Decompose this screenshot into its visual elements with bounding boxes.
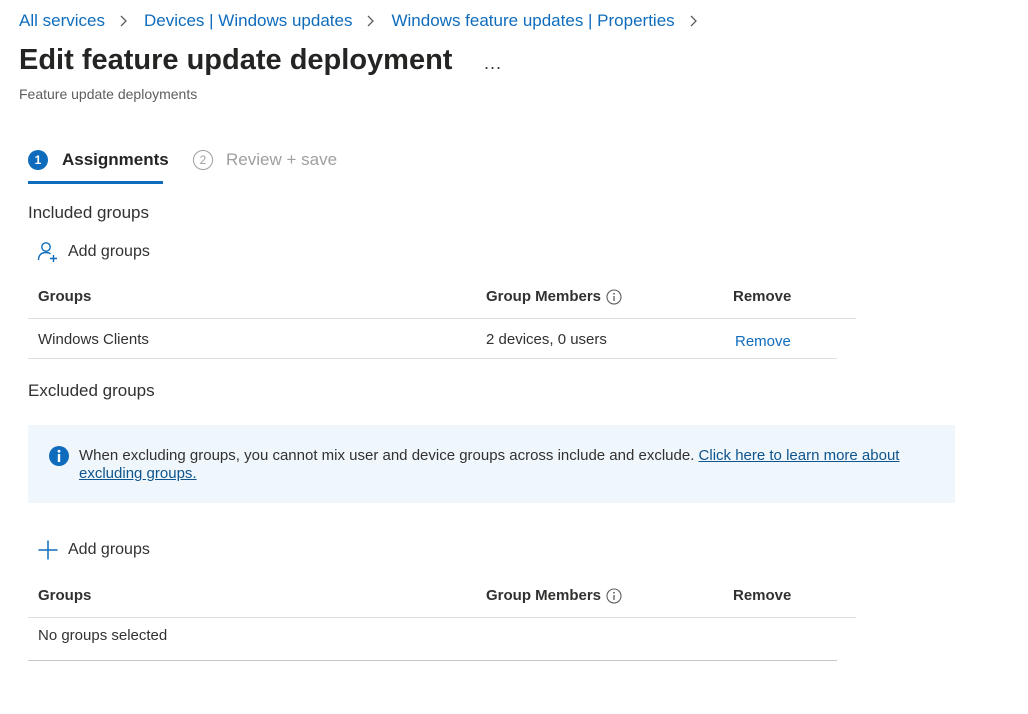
column-header-groups: Groups [38,288,92,305]
info-outline-icon[interactable] [606,288,622,305]
breadcrumb-all-services[interactable]: All services [19,11,105,31]
column-header-remove: Remove [733,587,792,604]
add-person-icon [37,242,57,262]
step-number-badge: 2 [193,150,213,170]
excluded-groups-heading: Excluded groups [28,381,155,400]
included-groups-heading: Included groups [28,203,149,222]
chevron-right-icon [120,15,127,27]
breadcrumb-feature-updates-properties[interactable]: Windows feature updates | Properties [391,11,674,31]
breadcrumb-windows-updates[interactable]: Devices | Windows updates [144,11,353,31]
page-title: Edit feature update deployment [19,44,453,76]
info-filled-icon [49,446,69,466]
active-step-indicator [28,181,163,184]
table-header-divider [28,318,856,319]
column-header-group-members: Group Members [486,587,622,604]
page-subtitle: Feature update deployments [19,86,198,102]
group-members-cell: 2 devices, 0 users [486,331,607,348]
chevron-right-icon [368,15,375,27]
step-label: Assignments [62,150,169,169]
add-included-groups-button[interactable]: Add groups [37,241,150,263]
info-outline-icon[interactable] [606,587,622,604]
more-options-button[interactable]: ... [484,53,502,74]
tab-assignments[interactable]: 1 Assignments [28,150,169,170]
breadcrumb: All services Devices | Windows updates W… [19,11,714,31]
plus-icon [38,540,58,560]
add-groups-label: Add groups [68,243,150,260]
table-row-divider [28,358,837,359]
column-header-label: Group Members [486,288,602,305]
column-header-label: Group Members [486,587,602,604]
table-header-divider [28,617,856,618]
step-number-badge: 1 [28,150,48,170]
table-bottom-divider [28,660,837,661]
add-excluded-groups-button[interactable]: Add groups [37,539,150,561]
banner-text: When excluding groups, you cannot mix us… [79,447,699,464]
column-header-groups: Groups [38,587,92,604]
step-label: Review + save [226,150,338,169]
remove-group-link[interactable]: Remove [735,333,791,350]
group-name-cell: Windows Clients [38,331,149,348]
column-header-remove: Remove [733,288,792,305]
column-header-group-members: Group Members [486,288,622,305]
info-banner-message: When excluding groups, you cannot mix us… [79,447,919,483]
empty-state-text: No groups selected [38,627,168,644]
tab-review-save[interactable]: 2 Review + save [193,150,337,170]
add-groups-label: Add groups [68,541,150,558]
chevron-right-icon [690,15,697,27]
